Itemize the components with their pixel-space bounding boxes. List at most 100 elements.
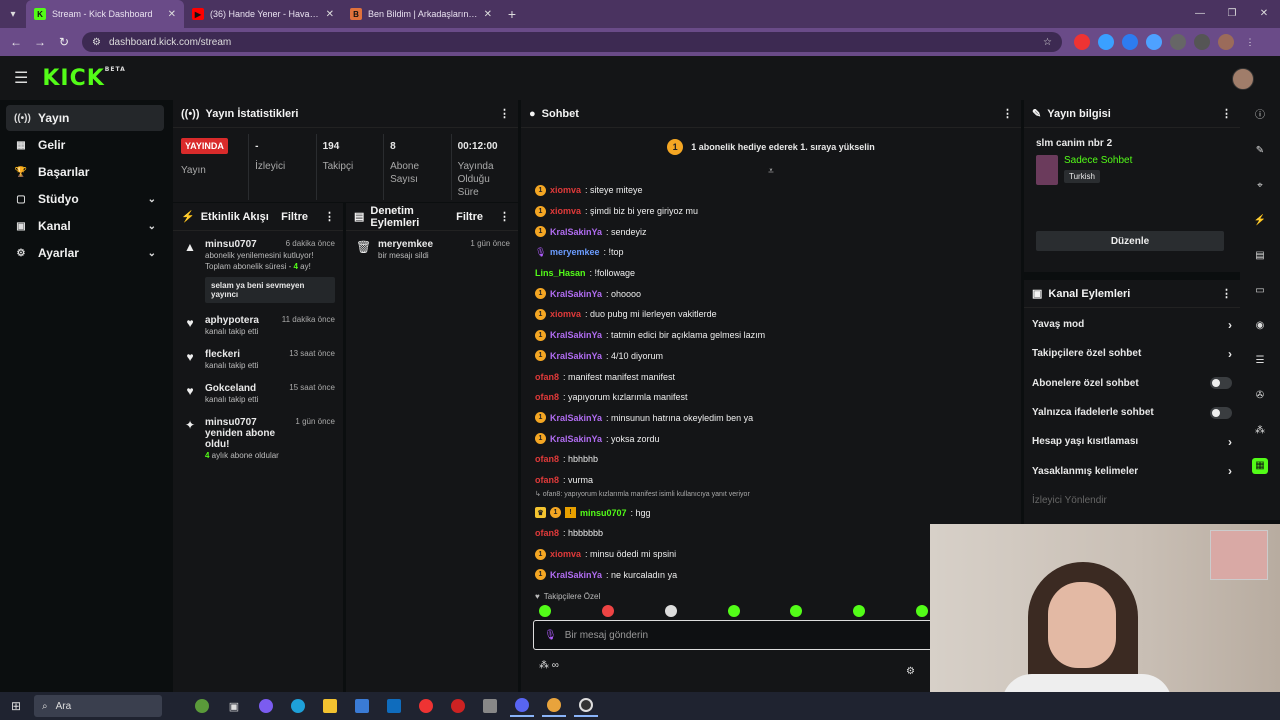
site-info-icon[interactable]: ⚙	[92, 37, 101, 48]
list-icon[interactable]: ☰	[1252, 353, 1268, 369]
tab-close-icon[interactable]: ✕	[326, 9, 334, 20]
sidebar-item-başarılar[interactable]: 🏆 Başarılar	[6, 159, 164, 185]
chat-username[interactable]: KralSakinYa	[550, 330, 602, 340]
chat-message[interactable]: ♛ 1! minsu0707: hgg	[521, 502, 1021, 523]
broadcast-icon[interactable]: ◉	[1252, 318, 1268, 334]
extension-icon[interactable]	[1074, 34, 1090, 50]
channel-action-item[interactable]: Abonelere özel sohbet	[1024, 369, 1240, 398]
channel-action-item[interactable]: Yalnızca ifadelerle sohbet	[1024, 398, 1240, 427]
maximize-icon[interactable]: ❐	[1216, 0, 1248, 28]
toggle-switch[interactable]	[1210, 377, 1232, 390]
activity-item[interactable]: ♥ Gokceland 15 saat önce kanalı takip etti	[173, 375, 343, 409]
yandex-icon[interactable]	[414, 695, 438, 717]
activity-user[interactable]: minsu0707	[205, 239, 282, 250]
user-avatar[interactable]	[1232, 68, 1254, 90]
emote[interactable]	[539, 605, 551, 618]
chat-message[interactable]: 1 xiomva: siteye miteye	[521, 180, 1021, 201]
chrome-icon[interactable]	[542, 695, 566, 717]
widgets-icon[interactable]	[190, 695, 214, 717]
emote[interactable]	[916, 605, 929, 618]
panel-menu-icon[interactable]: ⋮	[1221, 107, 1232, 120]
chat-message[interactable]: Lins_Hasan: !followage	[521, 263, 1021, 284]
menu-dots-icon[interactable]: ⋮	[1242, 34, 1258, 50]
infinity-icon[interactable]: ∞	[552, 660, 559, 671]
moderator-name[interactable]: meryemkee	[378, 239, 466, 250]
chat-message[interactable]: 1 KralSakinYa: minsunun hatrına okeyledim…	[521, 408, 1021, 429]
browser-tab[interactable]: K Stream - Kick Dashboard ✕	[26, 0, 184, 28]
chat-message[interactable]: 1 KralSakinYa: yoksa zordu	[521, 428, 1021, 449]
channel-action-item[interactable]: Yavaş mod ›	[1024, 310, 1240, 339]
chat-message[interactable]: 1 xiomva: duo pubg mi ilerleyen vakitlerd…	[521, 304, 1021, 325]
chat-message[interactable]: 1 xiomva: şimdi biz bi yere giriyoz mu	[521, 201, 1021, 222]
chat-username[interactable]: Lins_Hasan	[535, 268, 586, 278]
windows-start-icon[interactable]: ⊞	[6, 699, 26, 713]
chat-username[interactable]: xiomva	[550, 309, 581, 319]
sidebar-item-stüdyo[interactable]: ▢ Stüdyo ⌄	[6, 186, 164, 212]
toggle-switch[interactable]	[1210, 406, 1232, 419]
folder-icon[interactable]	[318, 695, 342, 717]
discord-icon[interactable]	[510, 695, 534, 717]
chat-settings-icon[interactable]: ⚙	[906, 666, 915, 677]
task-view-icon[interactable]: ▣	[222, 695, 246, 717]
focus-icon[interactable]: ⌖	[1252, 178, 1268, 194]
edge-icon[interactable]	[286, 695, 310, 717]
channel-action-item[interactable]: İzleyici Yönlendir	[1024, 486, 1240, 515]
chat-input[interactable]: 🎙 Bir mesaj gönderin	[533, 620, 933, 650]
points-icon[interactable]: ⁂	[1252, 423, 1268, 439]
info-icon[interactable]: ⓘ	[1252, 108, 1268, 124]
chat-username[interactable]: KralSakinYa	[550, 570, 602, 580]
chat-icon[interactable]: ▭	[1252, 283, 1268, 299]
points-icon[interactable]: ⁂	[539, 660, 549, 671]
panel-menu-icon[interactable]: ⋮	[1221, 287, 1232, 300]
reading-list-icon[interactable]	[1194, 34, 1210, 50]
wrench-icon[interactable]: ✇	[1252, 388, 1268, 404]
app-icon[interactable]	[478, 695, 502, 717]
chat-username[interactable]: KralSakinYa	[550, 434, 602, 444]
extension-icon[interactable]	[1146, 34, 1162, 50]
url-field[interactable]: ⚙ dashboard.kick.com/stream ☆	[82, 32, 1062, 52]
chat-username[interactable]: xiomva	[550, 185, 581, 195]
channel-action-item[interactable]: Hesap yaşı kısıtlaması ›	[1024, 427, 1240, 456]
chat-message[interactable]: ofan8: vurma	[521, 470, 1021, 491]
chat-message[interactable]: ofan8: manifest manifest manifest	[521, 366, 1021, 387]
category-link[interactable]: Sadece Sohbet	[1064, 155, 1132, 166]
chat-username[interactable]: meryemkee	[550, 247, 600, 257]
minimize-icon[interactable]: —	[1184, 0, 1216, 28]
clapper-icon[interactable]: ▦	[1252, 458, 1268, 474]
chat-message[interactable]: ofan8: hbhbhb	[521, 449, 1021, 470]
clipboard-icon[interactable]: ▤	[1252, 248, 1268, 264]
hamburger-menu-icon[interactable]: ☰	[14, 68, 28, 88]
emote[interactable]	[790, 605, 803, 618]
emote[interactable]	[601, 605, 614, 618]
obs-icon[interactable]	[574, 695, 598, 717]
lightning-icon[interactable]: ⚡	[1252, 213, 1268, 229]
outlook-icon[interactable]	[382, 695, 406, 717]
profile-avatar[interactable]	[1218, 34, 1234, 50]
chat-username[interactable]: ofan8	[535, 475, 559, 485]
extension-icon[interactable]	[1098, 34, 1114, 50]
opera-icon[interactable]	[446, 695, 470, 717]
activity-user[interactable]: minsu0707 yeniden abone oldu!	[205, 417, 291, 450]
panel-menu-icon[interactable]: ⋮	[324, 210, 335, 223]
emote[interactable]	[853, 605, 866, 618]
panel-menu-icon[interactable]: ⋮	[499, 210, 510, 223]
puzzle-icon[interactable]	[1170, 34, 1186, 50]
tab-search-icon[interactable]: ▾	[0, 9, 26, 20]
panel-menu-icon[interactable]: ⋮	[499, 107, 510, 120]
chat-message[interactable]: 1 KralSakinYa: sendeyiz	[521, 221, 1021, 242]
chat-username[interactable]: ofan8	[535, 372, 559, 382]
chat-username[interactable]: ofan8	[535, 392, 559, 402]
tab-close-icon[interactable]: ✕	[484, 9, 492, 20]
kick-logo[interactable]: KICKBETA	[42, 66, 125, 91]
activity-item[interactable]: ♥ aphypotera 11 dakika önce kanalı takip et…	[173, 307, 343, 341]
chat-username[interactable]: ofan8	[535, 454, 559, 464]
copilot-icon[interactable]	[254, 695, 278, 717]
chat-username[interactable]: xiomva	[550, 549, 581, 559]
activity-user[interactable]: fleckeri	[205, 349, 285, 360]
new-tab-button[interactable]: +	[500, 6, 524, 22]
store-icon[interactable]	[350, 695, 374, 717]
activity-item[interactable]: ♥ fleckeri 13 saat önce kanalı takip etti	[173, 341, 343, 375]
forward-icon[interactable]: →	[28, 35, 52, 49]
emote[interactable]	[727, 605, 740, 618]
sidebar-item-yayın[interactable]: ((•)) Yayın	[6, 105, 164, 131]
